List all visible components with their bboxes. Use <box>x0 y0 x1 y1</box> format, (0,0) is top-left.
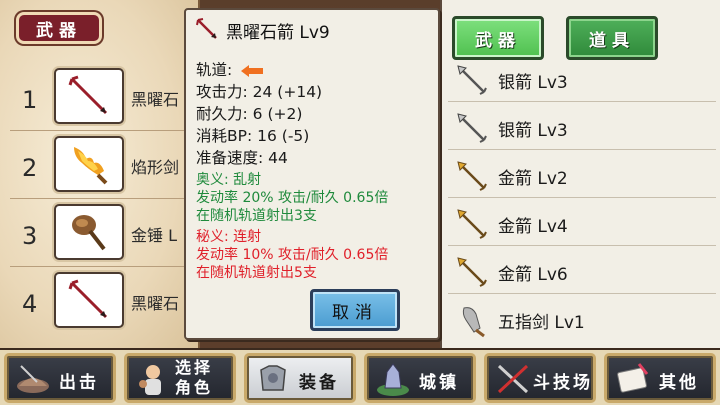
slot-item-name: 黑曜石 <box>131 294 180 313</box>
slot-number: 2 <box>22 154 38 182</box>
secret-skill-1-rate: 发动率 20% 攻击/耐久 0.65倍 <box>196 190 389 206</box>
town-icon <box>377 363 409 396</box>
nav-label: 其他 <box>659 373 699 393</box>
arena-icon <box>497 364 529 394</box>
obsidian-arrow-icon <box>196 18 217 39</box>
armor-icon <box>260 365 286 391</box>
durability-stat: 耐久力: 6 (+2) <box>196 105 303 123</box>
secret-skill-1-name: 奥义: 乱射 <box>196 172 262 188</box>
prep-speed-stat: 准备速度: 44 <box>196 149 288 167</box>
bottom-navigation: 出击 选择 角色 装备 城镇 斗技场 其他 <box>0 348 720 405</box>
gold-arrow-icon <box>457 209 487 239</box>
divider <box>10 266 190 267</box>
slot-number: 3 <box>22 222 38 250</box>
list-item-name: 金箭 Lv2 <box>498 169 568 189</box>
track-row: 轨道: <box>196 58 264 80</box>
list-item-name: 银箭 Lv3 <box>498 121 568 141</box>
list-item[interactable]: 金箭 Lv4 <box>448 202 716 246</box>
silver-arrow-icon <box>457 65 487 95</box>
item-title: 黑曜石箭 Lv9 <box>226 23 330 43</box>
equipment-slot-3[interactable] <box>54 204 124 260</box>
slot-number: 1 <box>22 86 38 114</box>
slot-item-name: 金锤 L <box>131 226 178 245</box>
nav-other-button[interactable]: 其他 <box>604 353 716 403</box>
five-finger-sword-icon <box>462 307 485 338</box>
list-item-name: 金箭 Lv4 <box>498 217 568 237</box>
nav-town-button[interactable]: 城镇 <box>364 353 476 403</box>
other-icon <box>617 363 649 393</box>
list-item-name: 银箭 Lv3 <box>498 73 568 93</box>
bp-cost-stat: 消耗BP: 16 (-5) <box>196 127 310 145</box>
list-item-name: 金箭 Lv6 <box>498 265 568 285</box>
tab-item[interactable]: 道具 <box>566 16 658 60</box>
divider <box>10 130 190 131</box>
weapon-category-tab[interactable]: 武器 <box>16 12 102 44</box>
nav-label-line2: 角色 <box>175 378 214 397</box>
equipment-slot-2[interactable] <box>54 136 124 192</box>
track-label: 轨道: <box>196 61 233 79</box>
nav-label-line1: 选择 <box>175 358 214 377</box>
list-item[interactable]: 银箭 Lv3 <box>448 58 716 102</box>
silver-arrow-icon <box>457 113 487 143</box>
slot-number: 4 <box>22 290 38 318</box>
equipment-slot-1[interactable] <box>54 68 124 124</box>
nav-label: 斗技场 <box>533 373 593 393</box>
attack-stat: 攻击力: 24 (+14) <box>196 83 323 101</box>
gold-hammer-icon <box>72 215 106 251</box>
gold-arrow-icon <box>457 161 487 191</box>
tab-weapon[interactable]: 武器 <box>452 16 544 60</box>
nav-arena-button[interactable]: 斗技场 <box>484 353 596 403</box>
list-item[interactable]: 金箭 Lv6 <box>448 250 716 294</box>
list-item[interactable]: 五指剑 Lv1 <box>448 298 716 342</box>
nav-label: 出击 <box>59 373 99 393</box>
divider <box>10 198 190 199</box>
gold-arrow-icon <box>457 257 487 287</box>
list-item[interactable]: 金箭 Lv2 <box>448 154 716 198</box>
weapon-list-panel: 武器 道具 银箭 Lv3 银箭 Lv3 金箭 Lv2 金箭 Lv4 金箭 Lv6… <box>440 0 720 348</box>
left-arrow-icon <box>241 64 264 77</box>
secret-skill-2-desc: 在随机轨道射出5支 <box>196 265 317 281</box>
secret-skill-2-rate: 发动率 10% 攻击/耐久 0.65倍 <box>196 247 389 263</box>
equipment-slots-panel: 武器 1 黑曜石 2 焰形剑 3 金锤 L 4 黑曜石 <box>0 0 200 348</box>
list-item[interactable]: 银箭 Lv3 <box>448 106 716 150</box>
select-character-icon <box>139 365 161 395</box>
slot-item-name: 焰形剑 <box>131 158 180 177</box>
nav-select-character-button[interactable]: 选择 角色 <box>124 353 236 403</box>
nav-label: 城镇 <box>419 373 459 393</box>
sortie-icon <box>17 365 49 393</box>
nav-label: 装备 <box>299 373 339 393</box>
list-item-name: 五指剑 Lv1 <box>498 313 585 333</box>
flame-sword-icon <box>74 147 108 185</box>
slot-item-name: 黑曜石 <box>131 90 180 109</box>
item-detail-popup: 黑曜石箭 Lv9 轨道: 攻击力: 24 (+14) 耐久力: 6 (+2) 消… <box>184 8 440 340</box>
nav-label-group: 选择 角色 <box>175 358 213 398</box>
equipment-slot-4[interactable] <box>54 272 124 328</box>
secret-skill-2-name: 秘义: 连射 <box>196 229 262 245</box>
cancel-button[interactable]: 取消 <box>310 289 400 331</box>
obsidian-arrow-icon <box>68 279 108 319</box>
obsidian-arrow-icon <box>68 75 108 115</box>
nav-equipment-button[interactable]: 装备 <box>244 353 356 403</box>
nav-sortie-button[interactable]: 出击 <box>4 353 116 403</box>
secret-skill-1-desc: 在随机轨道射出3支 <box>196 208 317 224</box>
